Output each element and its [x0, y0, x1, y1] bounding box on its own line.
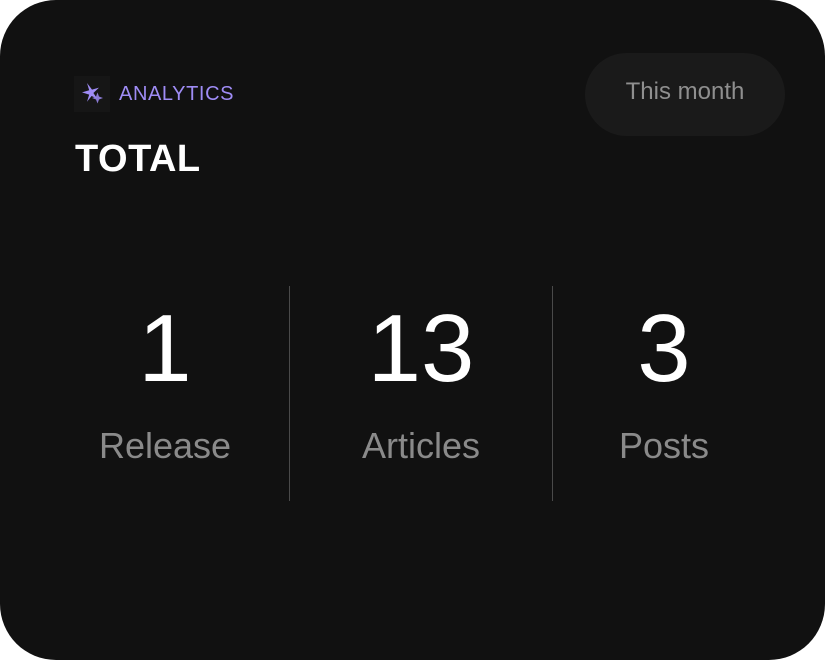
analytics-label: ANALYTICS — [119, 82, 235, 105]
analytics-card: ANALYTICS TOTAL This month 1 Release 13 … — [0, 0, 825, 660]
stat-release: 1 Release — [40, 286, 290, 501]
stat-label: Posts — [618, 425, 710, 466]
stat-value: 3 — [637, 295, 691, 402]
card-title: TOTAL — [75, 138, 201, 180]
period-selector-button[interactable]: This month — [585, 53, 785, 136]
stat-value: 13 — [367, 295, 475, 402]
analytics-header: ANALYTICS — [74, 76, 234, 112]
stat-articles: 13 Articles — [290, 286, 552, 501]
stat-value: 1 — [138, 295, 192, 402]
stat-posts: 3 Posts — [553, 286, 775, 501]
stat-label: Release — [98, 425, 232, 466]
stat-label: Articles — [361, 425, 481, 466]
stats-row: 1 Release 13 Articles 3 Posts — [0, 286, 825, 501]
sparkle-icon — [74, 76, 110, 112]
